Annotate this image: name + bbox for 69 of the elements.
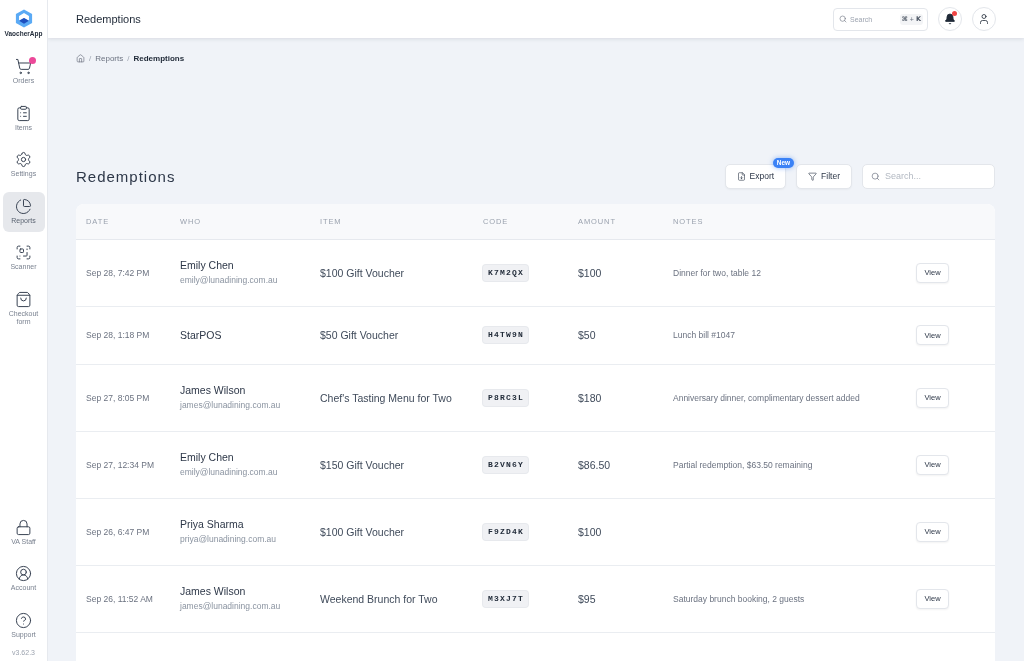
notes-text: Anniversary dinner, complimentary dessert added <box>673 392 860 403</box>
amount-text: $86.50 <box>578 458 611 471</box>
notes-text: Lunch bill #1047 <box>673 330 735 340</box>
breadcrumb-separator: / <box>89 53 92 63</box>
voucher-code: H4TW9N <box>483 327 528 343</box>
breadcrumb-separator: / <box>127 53 130 63</box>
home-link[interactable] <box>76 53 85 63</box>
breadcrumb-link[interactable]: Redemptions <box>133 53 185 63</box>
amount-text: $100 <box>578 266 602 279</box>
user-icon <box>978 13 990 25</box>
customer-email: emily@lunadining.com.au <box>180 466 278 479</box>
amount-text: $50 <box>578 329 596 341</box>
date-text: Sep 26, 11:52 AM <box>86 593 153 604</box>
item-name: $100 Gift Voucher <box>320 525 405 538</box>
voucher-code: P8RC3L <box>483 389 528 406</box>
customer-email: james@lunadining.com.au <box>180 600 281 613</box>
qr-scan-icon <box>15 244 32 261</box>
search-input[interactable]: Search... <box>885 171 986 181</box>
date-text: Sep 28, 1:18 PM <box>86 330 150 340</box>
notes-text: Partial redemption, $63.50 remaining <box>673 459 813 470</box>
cart-icon <box>15 58 32 75</box>
item-name: $150 Gift Voucher <box>320 458 405 471</box>
file-icon <box>736 171 746 181</box>
notifications-button[interactable] <box>938 7 962 31</box>
customer-name: Emily Chen <box>180 450 234 464</box>
amount-text: $95 <box>578 592 596 605</box>
customer-email: priya@lunadining.com.au <box>180 533 277 546</box>
voucher-code: F9ZD4K <box>483 523 528 540</box>
voucher-code: B2VN6Y <box>483 456 528 473</box>
search-icon <box>839 15 847 23</box>
customer-email: emily@lunadining.com.au <box>180 274 278 287</box>
search-field[interactable]: Search... <box>862 163 995 189</box>
customer-name: Emily Chen <box>180 258 234 272</box>
date-text: Sep 27, 12:34 PM <box>86 459 155 470</box>
amount-text: $180 <box>578 391 602 404</box>
filter-icon <box>808 171 818 181</box>
date-text: Sep 28, 7:42 PM <box>86 267 150 278</box>
user-circle-icon <box>15 565 32 582</box>
customer-name: James Wilson <box>180 584 246 598</box>
profile-button[interactable] <box>972 7 996 31</box>
top-bar-title: Redemptions <box>76 13 142 25</box>
customer-email: james@lunadining.com.au <box>180 399 281 412</box>
voucher-code: M3XJ7T <box>483 590 528 607</box>
customer-name: James Wilson <box>180 383 246 397</box>
amount-text: $100 <box>578 525 602 538</box>
clipboard-icon <box>15 104 32 122</box>
breadcrumb-link[interactable]: Reports <box>95 53 124 63</box>
notes-text: Saturday brunch booking, 2 guests <box>673 593 805 604</box>
bell-icon <box>944 13 956 25</box>
hexagon-logo-icon <box>14 9 33 28</box>
home-icon <box>76 53 85 63</box>
date-text: Sep 27, 8:05 PM <box>86 392 150 403</box>
lock-icon <box>15 518 32 536</box>
customer-name: StarPOS <box>180 328 222 342</box>
filter-button[interactable]: Filter <box>796 163 852 189</box>
pie-chart-icon <box>15 197 32 215</box>
item-name: $100 Gift Voucher <box>320 266 405 279</box>
item-name: $50 Gift Voucher <box>320 329 399 341</box>
item-name: Chef's Tasting Menu for Two <box>320 391 452 404</box>
voucher-code: K7M2QX <box>483 264 528 281</box>
bag-icon <box>15 290 32 308</box>
section-title: Redemptions <box>76 167 177 185</box>
search-icon <box>871 171 880 181</box>
help-icon <box>15 611 32 629</box>
date-text: Sep 26, 6:47 PM <box>86 526 150 537</box>
item-name: Weekend Brunch for Two <box>320 592 438 605</box>
settings-icon <box>15 151 32 168</box>
customer-name: Priya Sharma <box>180 517 244 531</box>
notes-text: Dinner for two, table 12 <box>673 267 761 278</box>
